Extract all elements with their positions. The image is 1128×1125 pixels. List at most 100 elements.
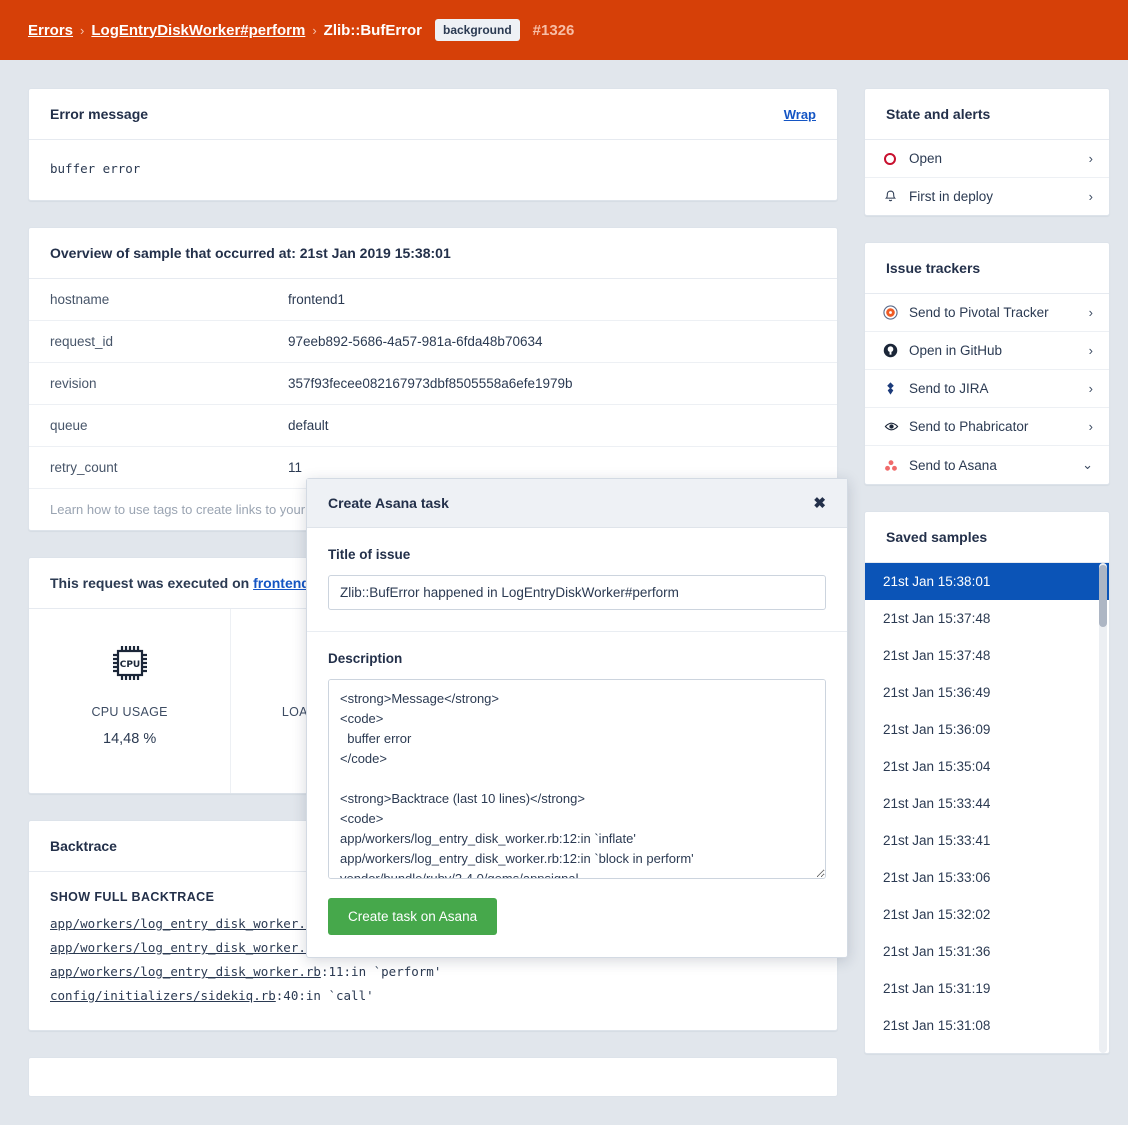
sidebar-item-label: Send to Phabricator xyxy=(909,419,1029,434)
metric-value: 14,48 % xyxy=(103,731,157,747)
overview-value: default xyxy=(267,404,837,447)
pivotal-tracker-icon xyxy=(883,305,909,320)
issue-title-input[interactable] xyxy=(328,575,826,610)
backtrace-line: app/workers/log_entry_disk_worker.rb:11:… xyxy=(50,960,816,984)
host-metrics-title: This request was executed on xyxy=(50,575,254,591)
samples-scrollbar-track[interactable] xyxy=(1099,563,1107,1053)
sidebar-item-label: Send to Pivotal Tracker xyxy=(909,305,1049,320)
svg-text:CPU: CPU xyxy=(119,660,140,670)
samples-scrollbar-thumb[interactable] xyxy=(1099,565,1107,627)
issue-trackers-panel: Issue trackers Send to Pivotal Tracker › xyxy=(864,242,1110,485)
asana-icon xyxy=(883,458,909,473)
modal-header: Create Asana task ✖ xyxy=(307,479,847,528)
backtrace-line: config/initializers/sidekiq.rb:40:in `ca… xyxy=(50,984,816,1008)
list-item[interactable]: 21st Jan 15:33:44 xyxy=(865,785,1109,822)
breadcrumb-errors-link[interactable]: Errors xyxy=(28,22,73,39)
list-item[interactable]: 21st Jan 15:31:08 xyxy=(865,1007,1109,1044)
overview-value: 357f93fecee082167973dbf8505558a6efe1979b xyxy=(267,362,837,405)
saved-samples-panel: Saved samples 21st Jan 15:38:01 21st Jan… xyxy=(864,511,1110,1054)
table-row: queue default xyxy=(29,404,837,447)
list-item[interactable]: 21st Jan 15:38:01 xyxy=(865,563,1109,600)
table-row: hostname frontend1 xyxy=(29,279,837,321)
sidebar-column: State and alerts Open › First in deploy … xyxy=(864,88,1110,1080)
list-item[interactable]: 21st Jan 15:36:49 xyxy=(865,674,1109,711)
overview-key: retry_count xyxy=(29,446,267,489)
metric-cpu-usage: CPU CPU USAGE 14,48 % xyxy=(29,609,232,793)
overview-header: Overview of sample that occurred at: 21s… xyxy=(29,228,837,279)
state-panel-title: State and alerts xyxy=(865,89,1109,140)
breadcrumb: Errors › LogEntryDiskWorker#perform › Zl… xyxy=(28,19,574,41)
backtrace-file-link[interactable]: app/workers/log_entry_disk_worker.rb xyxy=(50,964,321,979)
wrap-toggle-link[interactable]: Wrap xyxy=(784,107,816,122)
list-item[interactable]: 21st Jan 15:31:36 xyxy=(865,933,1109,970)
sidebar-item-github[interactable]: Open in GitHub › xyxy=(865,332,1109,370)
modal-description-section: Description <strong>Message</strong> <co… xyxy=(307,632,847,894)
top-breadcrumb-bar: Errors › LogEntryDiskWorker#perform › Zl… xyxy=(0,0,1128,60)
overview-value: 97eeb892-5686-4a57-981a-6fda48b70634 xyxy=(267,320,837,363)
list-item[interactable]: 21st Jan 15:35:04 xyxy=(865,748,1109,785)
cpu-icon: CPU xyxy=(39,637,220,689)
chevron-down-icon: ⌄ xyxy=(1082,457,1093,472)
state-and-alerts-panel: State and alerts Open › First in deploy … xyxy=(864,88,1110,216)
list-item[interactable]: 21st Jan 15:33:41 xyxy=(865,822,1109,859)
sidebar-item-label: First in deploy xyxy=(909,189,994,204)
sidebar-item-phabricator[interactable]: Send to Phabricator › xyxy=(865,408,1109,446)
sidebar-item-jira[interactable]: Send to JIRA › xyxy=(865,370,1109,408)
sidebar-item-pivotal-tracker[interactable]: Send to Pivotal Tracker › xyxy=(865,294,1109,332)
list-item[interactable]: 21st Jan 15:30:17 xyxy=(865,1044,1109,1053)
list-item[interactable]: 21st Jan 15:37:48 xyxy=(865,600,1109,637)
backtrace-line-rest: :40:in `call' xyxy=(275,988,374,1003)
chevron-right-icon: › xyxy=(1088,151,1093,166)
sample-number: #1326 xyxy=(532,21,575,39)
table-row: revision 357f93fecee082167973dbf8505558a… xyxy=(29,362,837,405)
close-icon[interactable]: ✖ xyxy=(813,494,826,512)
description-field-label: Description xyxy=(328,651,403,666)
phabricator-icon xyxy=(883,419,909,434)
list-item[interactable]: 21st Jan 15:36:09 xyxy=(865,711,1109,748)
create-task-on-asana-button[interactable]: Create task on Asana xyxy=(328,898,498,935)
samples-panel-title: Saved samples xyxy=(865,512,1109,563)
backtrace-file-link[interactable]: config/initializers/sidekiq.rb xyxy=(50,988,276,1003)
chevron-right-icon: › xyxy=(1088,381,1093,396)
overview-title: Overview of sample that occurred at: 21s… xyxy=(50,245,451,261)
list-item[interactable]: 21st Jan 15:37:48 xyxy=(865,637,1109,674)
chevron-right-icon: › xyxy=(1088,419,1093,434)
sidebar-item-label: Send to JIRA xyxy=(909,381,989,396)
backtrace-file-link[interactable]: app/workers/log_entry_disk_worker.rb xyxy=(50,940,321,955)
title-field-label: Title of issue xyxy=(328,547,411,562)
trackers-panel-title: Issue trackers xyxy=(865,243,1109,294)
error-message-title: Error message xyxy=(50,106,149,122)
breadcrumb-worker-link[interactable]: LogEntryDiskWorker#perform xyxy=(91,22,305,39)
backtrace-line-rest: :11:in `perform' xyxy=(320,964,442,979)
modal-footer: Create task on Asana xyxy=(307,894,847,957)
overview-key: hostname xyxy=(29,279,267,321)
chevron-right-icon: › xyxy=(1088,305,1093,320)
list-item[interactable]: 21st Jan 15:33:06 xyxy=(865,859,1109,896)
overview-key: request_id xyxy=(29,320,267,363)
create-asana-task-modal: Create Asana task ✖ Title of issue Descr… xyxy=(306,478,848,958)
sidebar-item-first-in-deploy[interactable]: First in deploy › xyxy=(865,178,1109,215)
open-circle-icon xyxy=(883,152,909,166)
list-item[interactable]: 21st Jan 15:31:19 xyxy=(865,970,1109,1007)
namespace-badge: background xyxy=(435,19,520,41)
saved-samples-list: 21st Jan 15:38:01 21st Jan 15:37:48 21st… xyxy=(865,563,1109,1053)
jira-icon xyxy=(883,381,909,396)
list-item[interactable]: 21st Jan 15:32:02 xyxy=(865,896,1109,933)
overview-key: queue xyxy=(29,404,267,447)
breadcrumb-separator-2: › xyxy=(312,22,317,38)
bell-icon xyxy=(883,189,909,204)
sidebar-item-label: Open xyxy=(909,151,943,166)
sidebar-item-label: Send to Asana xyxy=(909,457,997,473)
modal-title: Create Asana task xyxy=(328,495,449,511)
issue-description-textarea[interactable]: <strong>Message</strong> <code> buffer e… xyxy=(328,679,826,879)
sidebar-item-asana[interactable]: Send to Asana ⌄ xyxy=(865,446,1109,484)
breadcrumb-current-error: Zlib::BufError xyxy=(323,21,422,39)
table-row: request_id 97eeb892-5686-4a57-981a-6fda4… xyxy=(29,320,837,363)
next-card-peek xyxy=(28,1057,838,1097)
chevron-right-icon: › xyxy=(1088,189,1093,204)
modal-title-section: Title of issue xyxy=(307,528,847,632)
backtrace-title: Backtrace xyxy=(50,838,117,854)
error-message-header: Error message Wrap xyxy=(29,89,837,140)
backtrace-file-link[interactable]: app/workers/log_entry_disk_worker.rb xyxy=(50,916,321,931)
sidebar-item-open[interactable]: Open › xyxy=(865,140,1109,178)
